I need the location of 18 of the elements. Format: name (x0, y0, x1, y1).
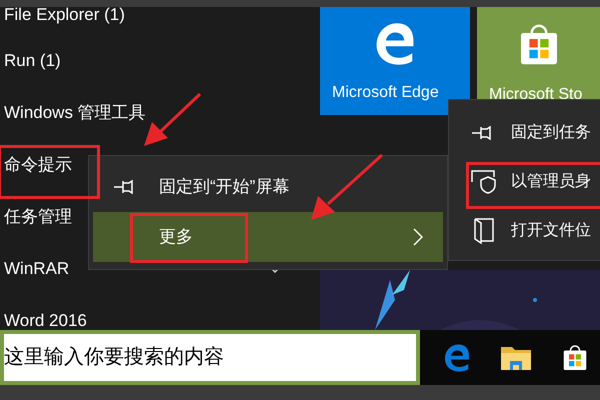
app-list-item[interactable]: 任务管理 (4, 204, 72, 230)
app-list-item[interactable]: Run (1) (4, 48, 61, 74)
app-list-item[interactable]: Word 2016 (4, 308, 87, 330)
app-list-item[interactable]: File Explorer (1) (4, 7, 125, 28)
shield-icon (471, 170, 497, 194)
edge-taskbar-icon (442, 342, 472, 372)
menu-item[interactable]: 固定到“开始”屏幕 (93, 162, 296, 212)
app-tile[interactable]: Microsoft Edge (320, 7, 470, 115)
annotation-arrow (311, 154, 383, 220)
search-field[interactable]: 这里输入你要搜索的内容 (0, 330, 420, 385)
file-icon (473, 218, 495, 244)
menu-item[interactable]: 以管理员身 (449, 157, 600, 206)
annotation-arrow (144, 92, 202, 146)
menu-item[interactable]: 更多 (93, 212, 443, 262)
app-list-item[interactable]: WinRAR (4, 256, 70, 282)
menu-item[interactable]: 打开文件位 (449, 206, 600, 255)
app-list-item[interactable]: 命令提示 (4, 152, 72, 178)
app-list-item[interactable]: Windows 管理工具 (4, 100, 146, 126)
